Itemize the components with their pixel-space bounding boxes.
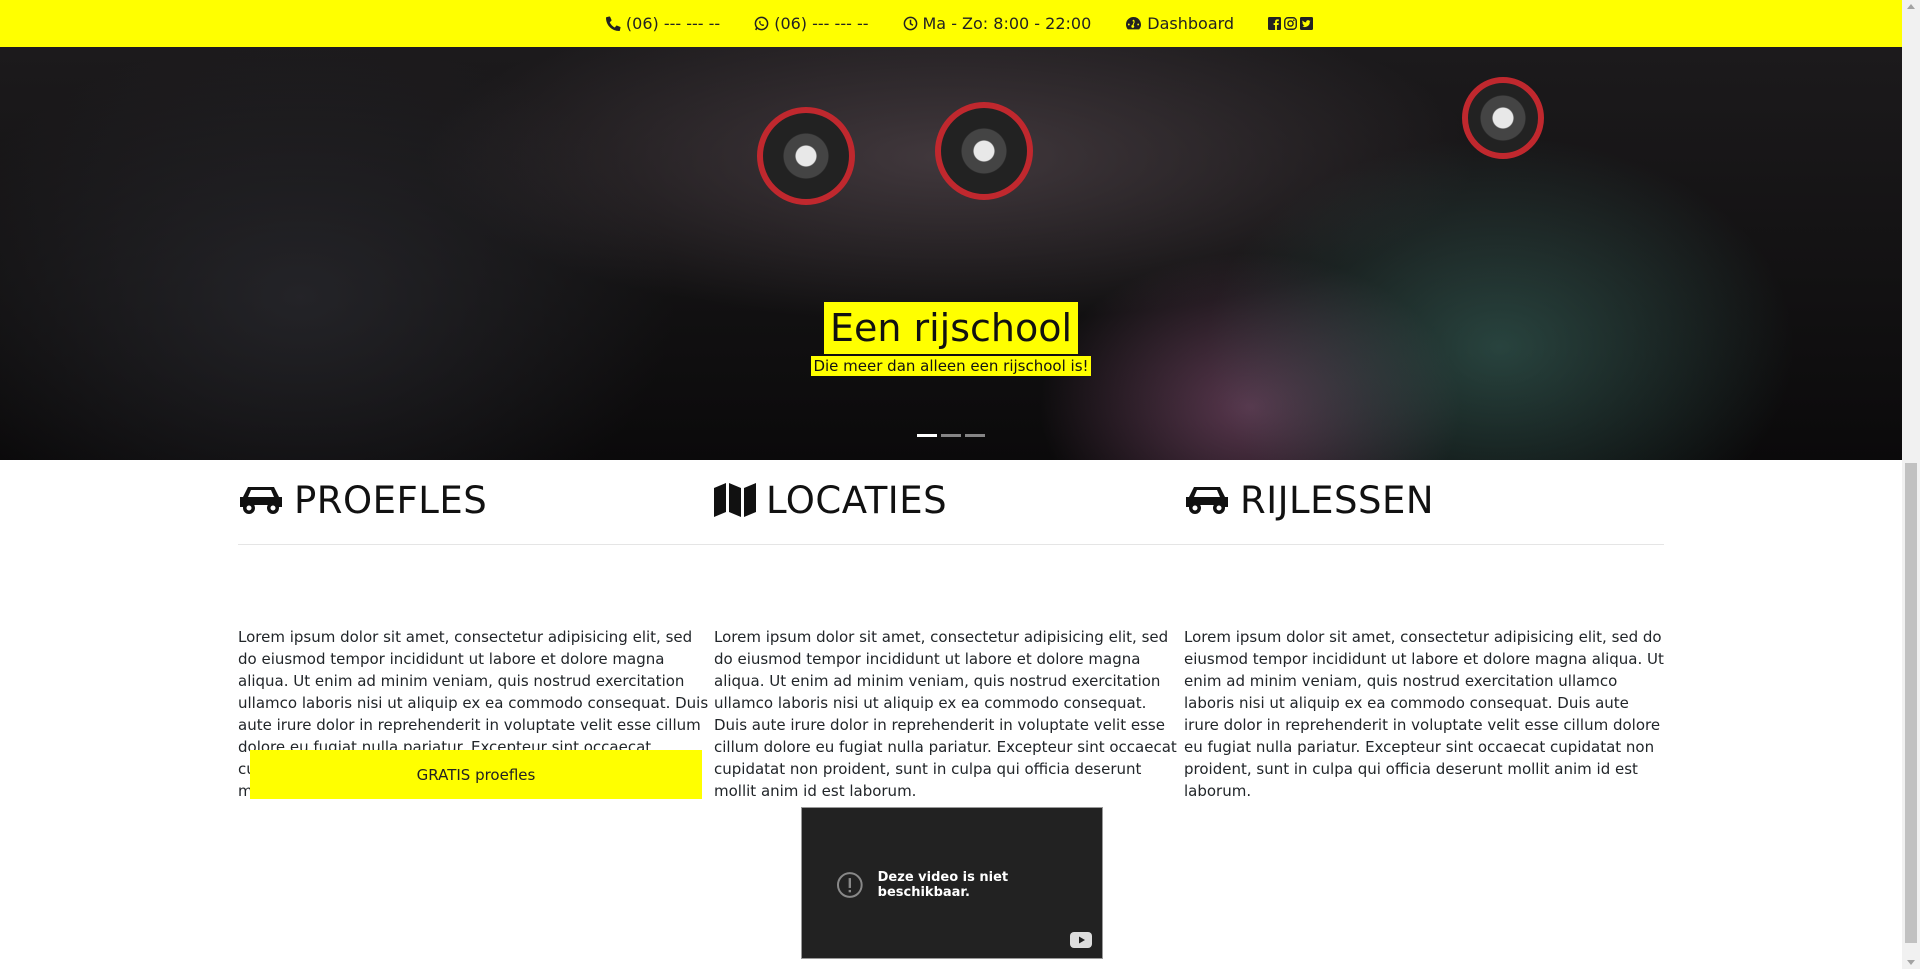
hours-text: Ma - Zo: 8:00 - 22:00 bbox=[922, 14, 1092, 33]
clock-icon bbox=[903, 16, 917, 31]
column-heading: PROEFLES bbox=[238, 470, 712, 530]
column-heading: RIJLESSEN bbox=[1184, 470, 1664, 530]
warning-icon bbox=[836, 872, 863, 898]
hero-image-detail bbox=[935, 102, 1033, 200]
opening-hours: Ma - Zo: 8:00 - 22:00 bbox=[903, 14, 1092, 33]
carousel-indicator[interactable] bbox=[965, 434, 985, 437]
column-title: RIJLESSEN bbox=[1240, 478, 1435, 522]
whatsapp-icon bbox=[754, 16, 769, 31]
carousel-indicator[interactable] bbox=[917, 434, 937, 437]
facebook-icon[interactable] bbox=[1268, 17, 1282, 30]
instagram-icon[interactable] bbox=[1284, 17, 1298, 30]
whatsapp-contact[interactable]: (06) --- --- -- bbox=[754, 14, 869, 33]
free-trial-lesson-button[interactable]: GRATIS proefles bbox=[250, 750, 702, 799]
column-heading: LOCATIES bbox=[714, 470, 1184, 530]
car-icon bbox=[1186, 487, 1228, 514]
hero-title: Een rijschool bbox=[823, 302, 1079, 354]
dashboard-link[interactable]: Dashboard bbox=[1125, 14, 1234, 33]
carousel-indicator[interactable] bbox=[941, 434, 961, 437]
phone-number: (06) --- --- -- bbox=[625, 14, 721, 33]
dashboard-label: Dashboard bbox=[1147, 14, 1235, 33]
scroll-up-arrow[interactable] bbox=[1907, 4, 1915, 9]
hero-subtitle: Die meer dan alleen een rijschool is! bbox=[811, 356, 1091, 376]
column-title: LOCATIES bbox=[766, 478, 948, 522]
scroll-down-arrow[interactable] bbox=[1907, 960, 1915, 965]
whatsapp-number: (06) --- --- -- bbox=[774, 14, 869, 33]
column-title: PROEFLES bbox=[294, 478, 488, 522]
hero-carousel[interactable]: Een rijschool Die meer dan alleen een ri… bbox=[0, 47, 1902, 460]
youtube-icon[interactable] bbox=[1070, 932, 1092, 948]
column-locaties: LOCATIES Lorem ipsum dolor sit amet, con… bbox=[714, 470, 1184, 802]
column-rijlessen: RIJLESSEN Lorem ipsum dolor sit amet, co… bbox=[1184, 470, 1664, 802]
hero-caption: Een rijschool Die meer dan alleen een ri… bbox=[0, 302, 1902, 376]
video-unavailable-text: Deze video is niet beschikbaar. bbox=[877, 870, 1009, 900]
social-links bbox=[1268, 17, 1314, 30]
map-icon bbox=[714, 483, 756, 517]
scrollbar-thumb[interactable] bbox=[1905, 463, 1917, 943]
column-text: Lorem ipsum dolor sit amet, consectetur … bbox=[1184, 628, 1664, 800]
hero-image-detail bbox=[757, 107, 855, 205]
dashboard-icon bbox=[1126, 16, 1142, 30]
twitter-icon[interactable] bbox=[1300, 17, 1314, 30]
carousel-indicators bbox=[0, 434, 1902, 437]
embedded-video[interactable]: Deze video is niet beschikbaar. bbox=[801, 807, 1103, 959]
section-divider bbox=[238, 544, 1664, 545]
top-contact-bar: (06) --- --- -- (06) --- --- -- Ma - Zo:… bbox=[0, 0, 1902, 47]
column-text: Lorem ipsum dolor sit amet, consectetur … bbox=[714, 628, 1177, 800]
page-scrollbar[interactable] bbox=[1902, 0, 1920, 969]
phone-contact[interactable]: (06) --- --- -- bbox=[605, 14, 721, 33]
car-icon bbox=[240, 487, 282, 514]
phone-icon bbox=[605, 16, 621, 31]
video-message: Deze video is niet beschikbaar. bbox=[836, 870, 1102, 900]
hero-image-detail bbox=[1462, 77, 1544, 159]
